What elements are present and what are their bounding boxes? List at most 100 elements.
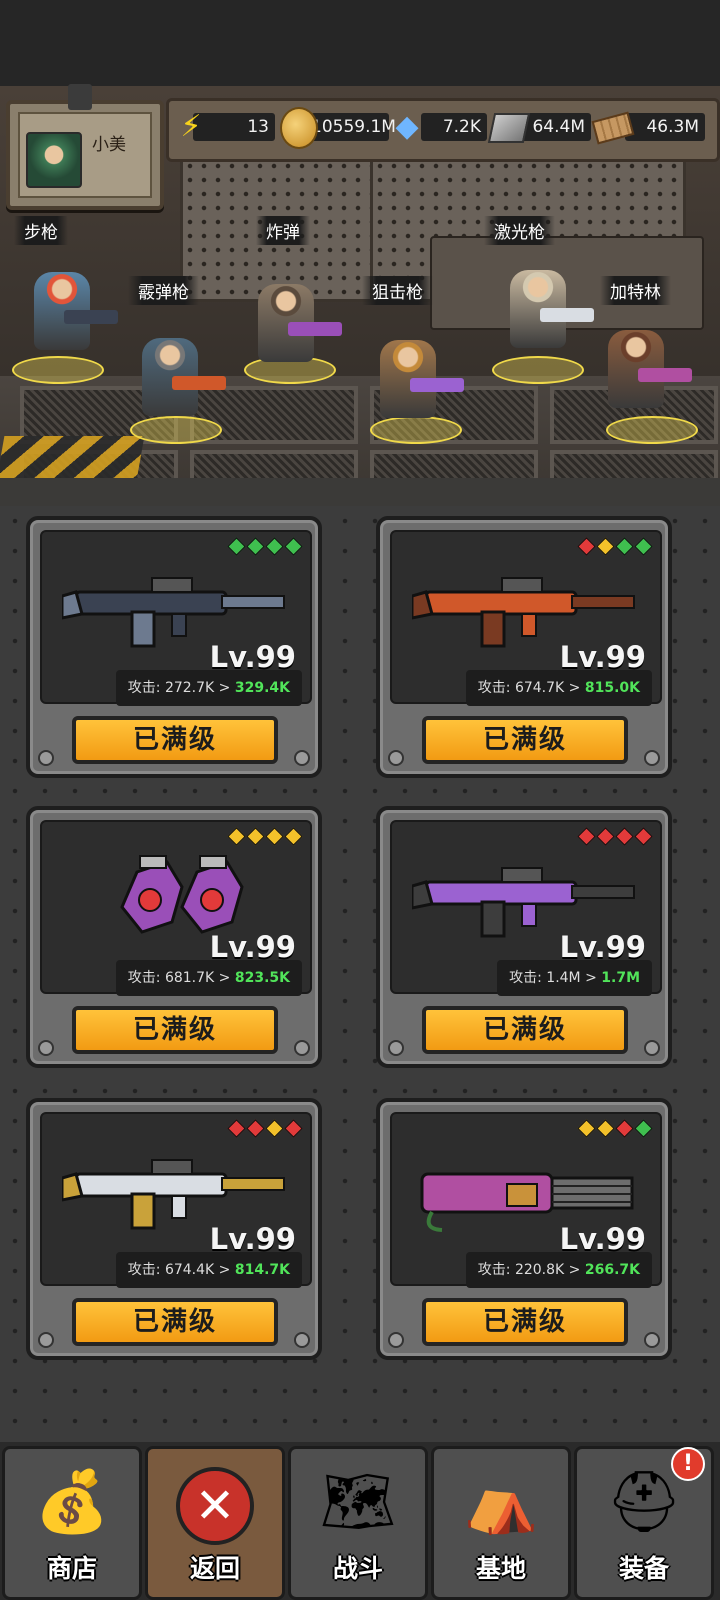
unit-halo: [492, 356, 584, 384]
player-profile[interactable]: 小美: [6, 100, 164, 210]
star-gem-icon: [284, 1119, 303, 1138]
max-level-button[interactable]: 已满级: [422, 1298, 628, 1346]
close-icon: ✕: [172, 1459, 258, 1545]
weapon-image: [60, 562, 292, 652]
clipboard-clip: [68, 84, 92, 110]
nav-label: 基地: [475, 1554, 526, 1583]
screw: [38, 1332, 54, 1348]
star-gem-icon: [246, 827, 265, 846]
max-level-button[interactable]: 已满级: [72, 1298, 278, 1346]
nav-label: 返回: [189, 1554, 240, 1583]
rarity-gems: [227, 537, 303, 556]
crystal-icon: ◆: [395, 109, 419, 144]
weapon-level: Lv.99: [209, 640, 296, 674]
gold-value: 10559.1M: [311, 113, 396, 141]
rarity-gems: [227, 827, 303, 846]
star-gem-icon: [265, 537, 284, 556]
attack-label: 攻击:: [127, 680, 165, 696]
weapon-card[interactable]: Lv.99 攻击: 272.7K > 329.4K 已满级: [26, 516, 322, 778]
player-name: 小美: [92, 135, 126, 155]
max-level-button[interactable]: 已满级: [422, 1006, 628, 1054]
attack-stat: 攻击: 220.8K > 266.7K: [465, 1252, 652, 1288]
rarity-gems: [577, 827, 653, 846]
screw: [38, 1040, 54, 1056]
resource-bar: 13 10559.1M 7.2K 64.4M 46.3M ⚡ ◆: [166, 98, 720, 162]
star-gem-icon: [577, 1119, 596, 1138]
nav-label: 商店: [46, 1554, 97, 1583]
nav-helmet-button[interactable]: ⛑ 装备!: [574, 1446, 714, 1600]
coin-icon: [279, 105, 319, 149]
attack-current: 272.7K: [164, 680, 219, 696]
weapon-card[interactable]: Lv.99 攻击: 220.8K > 266.7K 已满级: [376, 1098, 672, 1360]
star-gem-icon: [265, 1119, 284, 1138]
max-level-button[interactable]: 已满级: [72, 716, 278, 764]
unit-label: 霰弹枪: [128, 276, 199, 305]
attack-label: 攻击:: [509, 970, 547, 986]
weapon-level: Lv.99: [559, 930, 646, 964]
unit-weapon: [64, 310, 118, 324]
crystal-value: 7.2K: [421, 113, 487, 141]
attack-label: 攻击:: [477, 1262, 515, 1278]
screw: [644, 750, 660, 766]
money-bag-icon: 💰: [34, 1467, 110, 1537]
star-gem-icon: [634, 827, 653, 846]
weapon-image: [410, 562, 642, 652]
star-gem-icon: [615, 537, 634, 556]
attack-label: 攻击:: [127, 1262, 165, 1278]
unit-weapon: [410, 378, 464, 392]
attack-arrow: >: [568, 680, 585, 696]
attack-next: 329.4K: [234, 680, 290, 696]
attack-stat: 攻击: 681.7K > 823.5K: [115, 960, 302, 996]
attack-stat: 攻击: 674.7K > 815.0K: [465, 670, 652, 706]
attack-next: 266.7K: [584, 1262, 640, 1278]
avatar[interactable]: [26, 132, 82, 188]
unit-label: 加特林: [600, 276, 671, 305]
screw: [38, 750, 54, 766]
star-gem-icon: [615, 1119, 634, 1138]
star-gem-icon: [596, 827, 615, 846]
nav-close-button[interactable]: ✕ 返回: [145, 1446, 285, 1600]
unit-halo: [370, 416, 462, 444]
nav-money-bag-button[interactable]: 💰 商店: [2, 1446, 142, 1600]
tent-icon: ⛺: [463, 1467, 539, 1537]
unit-weapon: [172, 376, 226, 390]
star-gem-icon: [284, 537, 303, 556]
top-status-area: [0, 0, 720, 86]
unit-weapon: [288, 322, 342, 336]
weapon-card[interactable]: Lv.99 攻击: 674.4K > 814.7K 已满级: [26, 1098, 322, 1360]
weapon-card[interactable]: Lv.99 攻击: 674.7K > 815.0K 已满级: [376, 516, 672, 778]
star-gem-icon: [246, 1119, 265, 1138]
nav-tent-button[interactable]: ⛺ 基地: [431, 1446, 571, 1600]
screw: [388, 1040, 404, 1056]
rarity-gems: [577, 1119, 653, 1138]
steel-icon: [487, 105, 531, 149]
rarity-gems: [227, 1119, 303, 1138]
weapon-level: Lv.99: [559, 1222, 646, 1256]
star-gem-icon: [227, 827, 246, 846]
unit-label: 狙击枪: [362, 276, 433, 305]
max-level-button[interactable]: 已满级: [72, 1006, 278, 1054]
star-gem-icon: [634, 537, 653, 556]
attack-next: 815.0K: [584, 680, 640, 696]
attack-arrow: >: [218, 970, 235, 986]
weapon-image: [410, 852, 642, 942]
star-gem-icon: [227, 1119, 246, 1138]
attack-next: 814.7K: [234, 1262, 290, 1278]
unit-label: 激光枪: [484, 216, 555, 245]
max-level-button[interactable]: 已满级: [422, 716, 628, 764]
weapon-card[interactable]: Lv.99 攻击: 1.4M > 1.7M 已满级: [376, 806, 672, 1068]
screw: [644, 1040, 660, 1056]
notification-badge: !: [671, 1447, 705, 1481]
attack-arrow: >: [568, 1262, 585, 1278]
unit-halo: [606, 416, 698, 444]
unit-halo: [12, 356, 104, 384]
star-gem-icon: [246, 537, 265, 556]
nav-map-button[interactable]: 🗺 战斗: [288, 1446, 428, 1600]
weapon-level: Lv.99: [209, 930, 296, 964]
nav-label: 战斗: [332, 1554, 383, 1583]
weapon-card[interactable]: Lv.99 攻击: 681.7K > 823.5K 已满级: [26, 806, 322, 1068]
attack-stat: 攻击: 272.7K > 329.4K: [115, 670, 302, 706]
star-gem-icon: [284, 827, 303, 846]
unit-weapon: [638, 368, 692, 382]
screw: [294, 1040, 310, 1056]
